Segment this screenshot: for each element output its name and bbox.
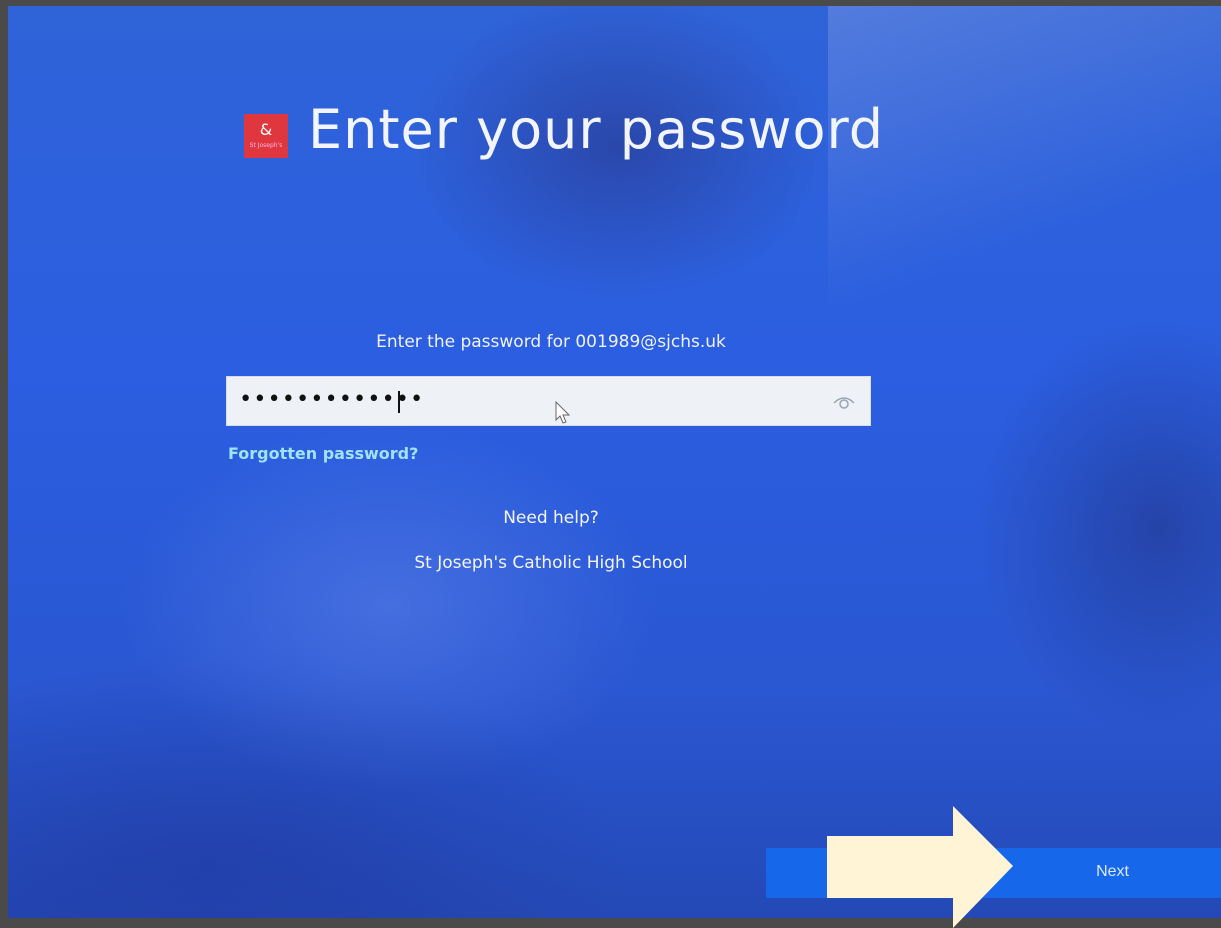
password-prompt: Enter the password for 001989@sjchs.uk xyxy=(376,332,726,352)
background-glare xyxy=(828,6,1221,306)
text-caret xyxy=(398,391,400,413)
page-title: Enter your password xyxy=(308,98,885,161)
mouse-cursor-icon xyxy=(555,401,571,424)
password-value: ••••••••••••• xyxy=(239,387,425,412)
logo-text: St Joseph's xyxy=(249,142,283,149)
need-help-link[interactable]: Need help? xyxy=(226,508,876,528)
school-logo-icon: & St Joseph's xyxy=(244,114,288,158)
arrow-right-icon xyxy=(827,806,1013,928)
next-button-label: Next xyxy=(1096,863,1129,880)
eye-icon[interactable] xyxy=(832,392,856,412)
forgot-password-link[interactable]: Forgotten password? xyxy=(228,444,418,463)
logo-glyph: & xyxy=(259,120,273,139)
login-screen: & St Joseph's Enter your password Enter … xyxy=(8,6,1221,918)
password-field[interactable]: ••••••••••••• xyxy=(226,376,871,426)
organization-name: St Joseph's Catholic High School xyxy=(414,553,688,573)
